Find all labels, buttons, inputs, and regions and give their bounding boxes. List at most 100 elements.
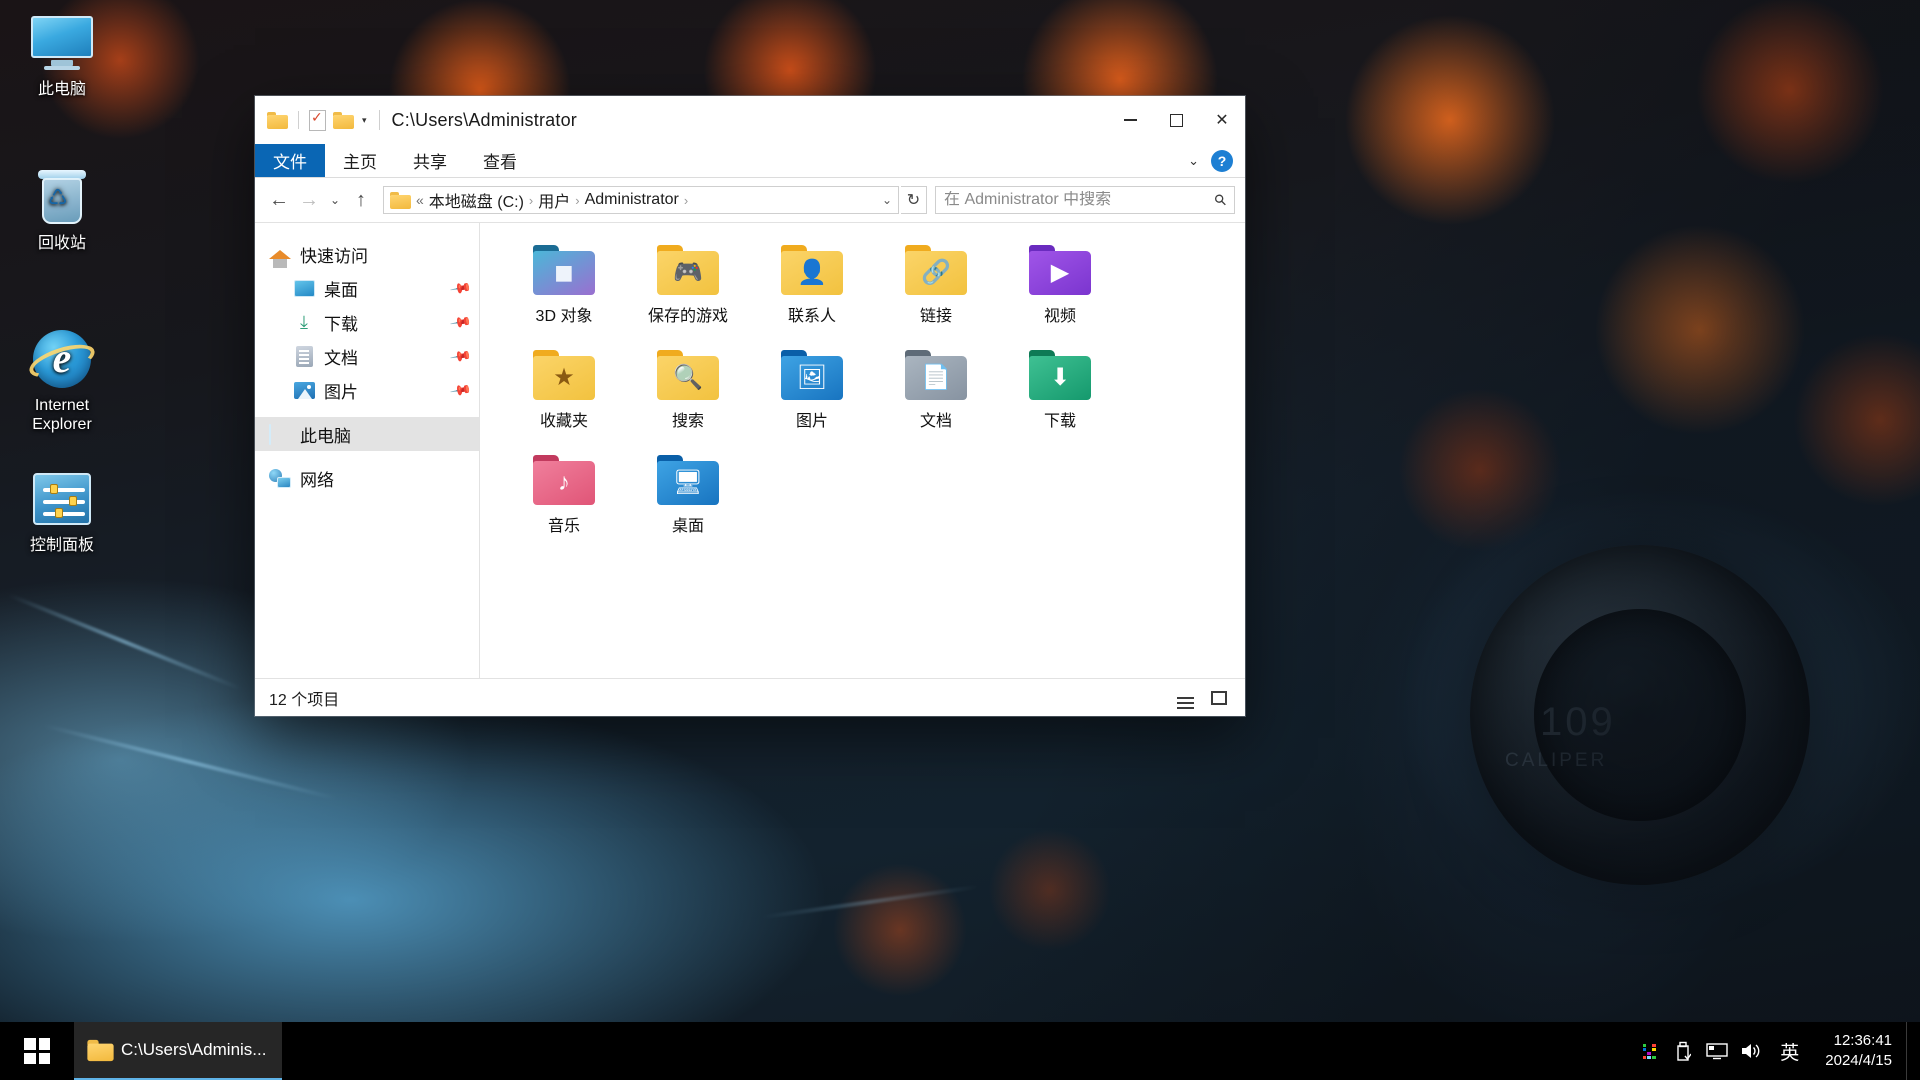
sidebar-item-quick-access[interactable]: 快速访问 xyxy=(255,237,479,271)
tab-file[interactable]: 文件 xyxy=(255,144,325,177)
file-list-pane[interactable]: ◼ 3D 对象 🎮 保存的游戏 👤 联系人 🔗 链接 ▶ 视频 ★ 收藏夹 🔍 搜索 🖼 图片 📄 文档 ⬇ 下载 ♪ 音… xyxy=(480,223,1245,678)
forward-button[interactable]: → xyxy=(295,186,323,214)
taskbar-item-file-explorer[interactable]: C:\Users\Adminis... xyxy=(74,1022,283,1080)
documents-icon xyxy=(293,345,315,367)
details-view-icon[interactable] xyxy=(1173,687,1197,709)
folder-icon xyxy=(390,191,411,209)
volume-icon[interactable] xyxy=(1734,1022,1768,1080)
chevron-right-icon[interactable]: › xyxy=(575,193,579,208)
tab-home[interactable]: 主页 xyxy=(325,144,395,177)
wallpaper-streak xyxy=(760,884,980,920)
clock[interactable]: 12:36:41 2024/4/15 xyxy=(1811,1022,1906,1080)
pin-icon[interactable]: 📌 xyxy=(448,378,472,402)
usb-eject-icon[interactable] xyxy=(1666,1022,1700,1080)
file-item[interactable]: 📄 文档 xyxy=(874,346,998,451)
chevron-down-icon[interactable]: ⌄ xyxy=(1188,153,1199,169)
navigation-pane: 快速访问 桌面 📌 ⤓ 下载 📌 文档 📌 图片 📌 此电脑 网络 xyxy=(255,223,480,678)
file-item[interactable]: 🔍 搜索 xyxy=(626,346,750,451)
minimize-button[interactable] xyxy=(1107,96,1153,144)
sidebar-item-this-pc[interactable]: 此电脑 xyxy=(255,417,479,451)
file-grid: ◼ 3D 对象 🎮 保存的游戏 👤 联系人 🔗 链接 ▶ 视频 ★ 收藏夹 🔍 搜索 🖼 图片 📄 文档 ⬇ 下载 ♪ 音… xyxy=(502,241,1245,556)
tab-view[interactable]: 查看 xyxy=(465,144,535,177)
recent-locations-icon[interactable]: ⌄ xyxy=(325,186,345,214)
window-title-bar[interactable]: ▾ C:\Users\Administrator ✕ xyxy=(255,96,1245,144)
breadcrumb-item-drive[interactable]: 本地磁盘 (C:) xyxy=(429,188,524,212)
help-icon[interactable]: ? xyxy=(1211,149,1233,172)
desktop-icon-control-panel[interactable]: 控制面板 xyxy=(8,470,116,555)
chevron-down-icon[interactable]: ⌄ xyxy=(874,193,892,207)
folder-3d-objects-icon: ◼ xyxy=(533,245,595,295)
folder-glyph: 🎮 xyxy=(673,259,703,286)
file-item-label: 桌面 xyxy=(671,518,704,535)
file-item[interactable]: 👤 联系人 xyxy=(750,241,874,346)
up-button[interactable]: ↑ xyxy=(347,186,375,214)
explorer-body: 快速访问 桌面 📌 ⤓ 下载 📌 文档 📌 图片 📌 此电脑 网络 ◼ 3D 对… xyxy=(255,222,1245,678)
file-item-label: 联系人 xyxy=(787,308,836,325)
file-item[interactable]: ◼ 3D 对象 xyxy=(502,241,626,346)
monitor-icon xyxy=(8,14,116,72)
search-input[interactable] xyxy=(944,191,1215,209)
internet-explorer-icon: e xyxy=(8,330,116,388)
breadcrumb-overflow[interactable]: « xyxy=(416,192,424,208)
file-item[interactable]: ▶ 视频 xyxy=(998,241,1122,346)
refresh-button[interactable]: ↻ xyxy=(901,186,927,214)
pin-icon[interactable]: 📌 xyxy=(448,344,472,368)
control-panel-icon xyxy=(8,470,116,528)
breadcrumb-item-administrator[interactable]: Administrator xyxy=(585,191,679,209)
color-grid-icon[interactable] xyxy=(1632,1022,1666,1080)
folder-pictures-icon: 🖼 xyxy=(781,350,843,400)
properties-icon[interactable] xyxy=(309,109,326,131)
chevron-right-icon[interactable]: › xyxy=(529,193,533,208)
desktop-icon-this-pc[interactable]: 此电脑 xyxy=(8,14,116,99)
file-explorer-window: ▾ C:\Users\Administrator ✕ 文件 主页 共享 查看 ⌄… xyxy=(255,96,1245,716)
recycle-bin-icon: ♺ xyxy=(8,168,116,226)
file-item[interactable]: 🎮 保存的游戏 xyxy=(626,241,750,346)
maximize-button[interactable] xyxy=(1153,96,1199,144)
input-language-indicator[interactable]: 英 xyxy=(1768,1022,1811,1080)
back-button[interactable]: ← xyxy=(265,186,293,214)
sidebar-item-network[interactable]: 网络 xyxy=(255,461,479,495)
usb-eject-glyph xyxy=(1677,1041,1692,1061)
address-bar: ← → ⌄ ↑ « 本地磁盘 (C:) › 用户 › Administrator… xyxy=(255,178,1245,222)
file-item-label: 图片 xyxy=(795,413,828,430)
chevron-right-icon[interactable]: › xyxy=(684,193,688,208)
close-button[interactable]: ✕ xyxy=(1199,96,1245,144)
pin-icon[interactable]: 📌 xyxy=(448,276,472,300)
folder-glyph: ◼ xyxy=(554,259,574,286)
clock-date: 2024/4/15 xyxy=(1825,1052,1892,1069)
search-box[interactable]: ⚲ xyxy=(935,186,1235,214)
file-item[interactable]: 🖼 图片 xyxy=(750,346,874,451)
file-item-label: 下载 xyxy=(1043,413,1076,430)
show-desktop-button[interactable] xyxy=(1906,1022,1916,1080)
file-item[interactable]: 🖥 桌面 xyxy=(626,451,750,556)
breadcrumb-item-users[interactable]: 用户 xyxy=(538,188,570,212)
file-item-label: 视频 xyxy=(1043,308,1076,325)
sidebar-item-documents[interactable]: 文档 📌 xyxy=(255,339,479,373)
file-item[interactable]: 🔗 链接 xyxy=(874,241,998,346)
display-icon[interactable] xyxy=(1700,1022,1734,1080)
volume-glyph xyxy=(1742,1044,1760,1058)
file-item[interactable]: ♪ 音乐 xyxy=(502,451,626,556)
folder-glyph: 🔍 xyxy=(673,364,703,391)
large-icons-view-icon[interactable] xyxy=(1207,687,1231,709)
tab-share[interactable]: 共享 xyxy=(395,144,465,177)
folder-icon[interactable] xyxy=(267,111,288,129)
breadcrumb[interactable]: « 本地磁盘 (C:) › 用户 › Administrator › ⌄ xyxy=(383,186,899,214)
folder-glyph: ★ xyxy=(553,364,575,391)
folder-documents-icon: 📄 xyxy=(905,350,967,400)
sidebar-item-pictures[interactable]: 图片 📌 xyxy=(255,373,479,407)
desktop-icon-recycle-bin[interactable]: ♺ 回收站 xyxy=(8,168,116,253)
desktop-icon-internet-explorer[interactable]: e Internet Explorer xyxy=(8,330,116,434)
sidebar-item-downloads[interactable]: ⤓ 下载 📌 xyxy=(255,305,479,339)
file-item[interactable]: ★ 收藏夹 xyxy=(502,346,626,451)
sidebar-item-label: 快速访问 xyxy=(300,246,368,266)
folder-favorites-icon: ★ xyxy=(533,350,595,400)
folder-downloads-icon: ⬇ xyxy=(1029,350,1091,400)
file-item[interactable]: ⬇ 下载 xyxy=(998,346,1122,451)
pin-icon[interactable]: 📌 xyxy=(448,310,472,334)
windows-start-icon[interactable] xyxy=(0,1022,74,1080)
chevron-down-icon[interactable]: ▾ xyxy=(362,115,367,126)
file-item-label: 3D 对象 xyxy=(535,308,593,325)
new-folder-icon[interactable] xyxy=(333,111,354,129)
sidebar-item-desktop[interactable]: 桌面 📌 xyxy=(255,271,479,305)
